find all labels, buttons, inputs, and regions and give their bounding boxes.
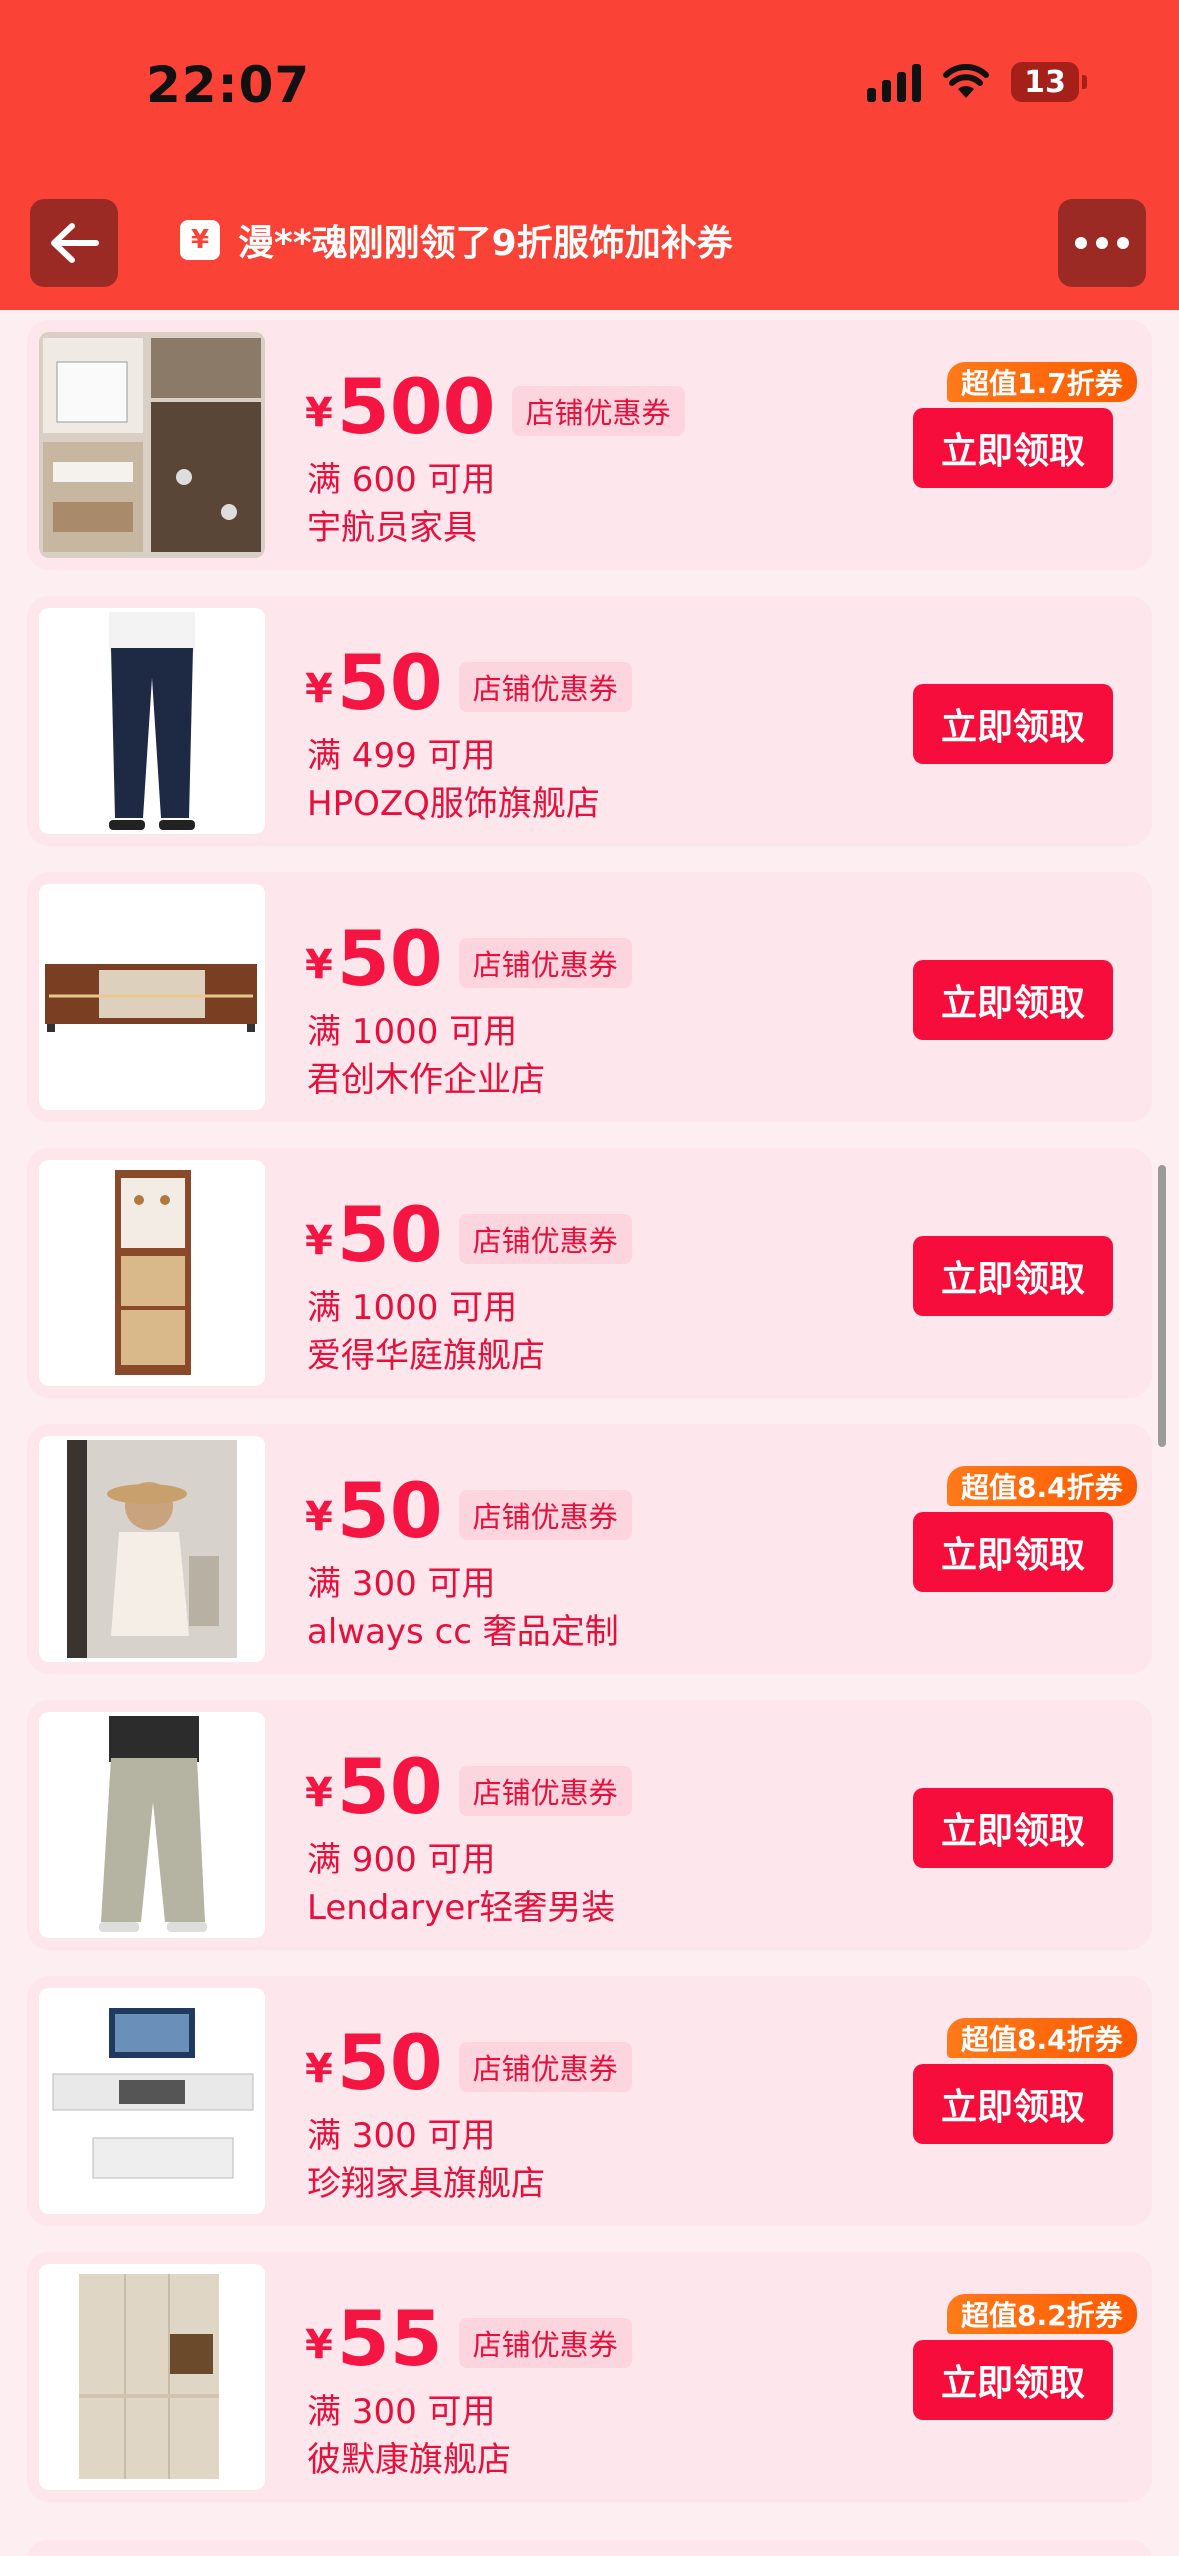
shop-name[interactable]: 爱得华庭旗舰店 xyxy=(307,1328,545,1377)
coupon-type-tag: 店铺优惠券 xyxy=(458,2042,632,2092)
coupon-condition: 满 300 可用 xyxy=(307,2116,496,2156)
coupon-amount: 50 xyxy=(336,1466,443,1555)
battery-icon: 13 xyxy=(1011,62,1087,102)
coupon-card: ¥ 50 店铺优惠券 满 900 可用 Lendaryer轻奢男装 立即领取 xyxy=(27,1700,1152,1950)
coupon-amount: 50 xyxy=(336,638,443,727)
coupon-card: ¥ 500 店铺优惠券 满 600 可用 宇航员家具 超值1.7折券 立即领取 xyxy=(27,320,1152,570)
shop-name[interactable]: Lendaryer轻奢男装 xyxy=(307,1880,615,1929)
scrollbar[interactable] xyxy=(1158,1165,1166,1447)
claim-button[interactable]: 立即领取 xyxy=(913,684,1113,764)
product-image xyxy=(39,1988,265,2214)
back-button[interactable] xyxy=(30,199,118,287)
coupon-price: ¥ 500 店铺优惠券 xyxy=(305,368,685,446)
coupon-price: ¥ 50 店铺优惠券 xyxy=(305,920,632,998)
product-image xyxy=(39,884,265,1110)
page-title: 漫**魂刚刚领了9折服饰加补券 xyxy=(238,223,733,264)
coupon-condition: 满 1000 可用 xyxy=(307,1012,518,1052)
coupon-amount: 500 xyxy=(336,362,496,451)
claim-button[interactable]: 立即领取 xyxy=(913,1512,1113,1592)
coupon-type-tag: 店铺优惠券 xyxy=(511,386,685,436)
coupon-card: ¥ 50 店铺优惠券 满 300 可用 always cc 奢品定制 超值8.4… xyxy=(27,1424,1152,1674)
more-button[interactable] xyxy=(1058,199,1146,287)
shop-name[interactable]: 彼默康旗舰店 xyxy=(307,2432,511,2481)
coupon-condition: 满 1000 可用 xyxy=(307,1288,518,1328)
product-image xyxy=(39,608,265,834)
coupon-card-partial xyxy=(27,2540,1152,2556)
claim-button[interactable]: 立即领取 xyxy=(913,960,1113,1040)
coupon-type-tag: 店铺优惠券 xyxy=(458,2318,632,2368)
coupon-price: ¥ 50 店铺优惠券 xyxy=(305,2024,632,2102)
signal-icon xyxy=(867,62,921,102)
header-bar: 22:07 13 ¥ 漫**魂刚刚领了9折服饰加补券 xyxy=(0,0,1179,310)
coupon-amount: 55 xyxy=(336,2294,443,2383)
coupon-condition: 满 499 可用 xyxy=(307,736,496,776)
coupon-price: ¥ 50 店铺优惠券 xyxy=(305,1196,632,1274)
shop-name[interactable]: HPOZQ服饰旗舰店 xyxy=(307,776,600,825)
status-time: 22:07 xyxy=(146,56,311,114)
claim-button[interactable]: 立即领取 xyxy=(913,408,1113,488)
shop-name[interactable]: always cc 奢品定制 xyxy=(307,1604,619,1653)
coupon-icon: ¥ xyxy=(180,220,220,260)
coupon-card: ¥ 50 店铺优惠券 满 1000 可用 君创木作企业店 立即领取 xyxy=(27,872,1152,1122)
coupon-card: ¥ 50 店铺优惠券 满 499 可用 HPOZQ服饰旗舰店 立即领取 xyxy=(27,596,1152,846)
coupon-type-tag: 店铺优惠券 xyxy=(458,1214,632,1264)
coupon-amount: 50 xyxy=(336,2018,443,2107)
coupon-price: ¥ 50 店铺优惠券 xyxy=(305,644,632,722)
product-image xyxy=(39,1436,265,1662)
discount-badge: 超值8.4折券 xyxy=(947,2018,1137,2058)
back-arrow-icon xyxy=(51,223,99,263)
coupon-condition: 满 600 可用 xyxy=(307,460,496,500)
product-image xyxy=(39,2264,265,2490)
coupon-price: ¥ 50 店铺优惠券 xyxy=(305,1748,632,1826)
coupon-condition: 满 900 可用 xyxy=(307,1840,496,1880)
coupon-type-tag: 店铺优惠券 xyxy=(458,662,632,712)
discount-badge: 超值8.4折券 xyxy=(947,1466,1137,1506)
more-dots-icon xyxy=(1075,237,1129,249)
status-icons: 13 xyxy=(867,62,1087,102)
coupon-amount: 50 xyxy=(336,1742,443,1831)
coupon-price: ¥ 55 店铺优惠券 xyxy=(305,2300,632,2378)
claim-button[interactable]: 立即领取 xyxy=(913,1236,1113,1316)
coupon-type-tag: 店铺优惠券 xyxy=(458,1490,632,1540)
coupon-type-tag: 店铺优惠券 xyxy=(458,938,632,988)
claim-button[interactable]: 立即领取 xyxy=(913,2340,1113,2420)
product-image xyxy=(39,1712,265,1938)
product-image xyxy=(39,1160,265,1386)
coupon-price: ¥ 50 店铺优惠券 xyxy=(305,1472,632,1550)
coupon-condition: 满 300 可用 xyxy=(307,1564,496,1604)
discount-badge: 超值1.7折券 xyxy=(947,362,1137,402)
shop-name[interactable]: 君创木作企业店 xyxy=(307,1052,545,1101)
coupon-condition: 满 300 可用 xyxy=(307,2392,496,2432)
claim-button[interactable]: 立即领取 xyxy=(913,2064,1113,2144)
coupon-card: ¥ 50 店铺优惠券 满 1000 可用 爱得华庭旗舰店 立即领取 xyxy=(27,1148,1152,1398)
coupon-amount: 50 xyxy=(336,914,443,1003)
claim-button[interactable]: 立即领取 xyxy=(913,1788,1113,1868)
discount-badge: 超值8.2折券 xyxy=(947,2294,1137,2334)
coupon-amount: 50 xyxy=(336,1190,443,1279)
shop-name[interactable]: 宇航员家具 xyxy=(307,500,477,549)
nav-title-group: ¥ 漫**魂刚刚领了9折服饰加补券 xyxy=(180,214,733,266)
coupon-type-tag: 店铺优惠券 xyxy=(458,1766,632,1816)
wifi-icon xyxy=(943,64,989,98)
coupon-card: ¥ 50 店铺优惠券 满 300 可用 珍翔家具旗舰店 超值8.4折券 立即领取 xyxy=(27,1976,1152,2226)
product-image xyxy=(39,332,265,558)
shop-name[interactable]: 珍翔家具旗舰店 xyxy=(307,2156,545,2205)
coupon-card: ¥ 55 店铺优惠券 满 300 可用 彼默康旗舰店 超值8.2折券 立即领取 xyxy=(27,2252,1152,2502)
